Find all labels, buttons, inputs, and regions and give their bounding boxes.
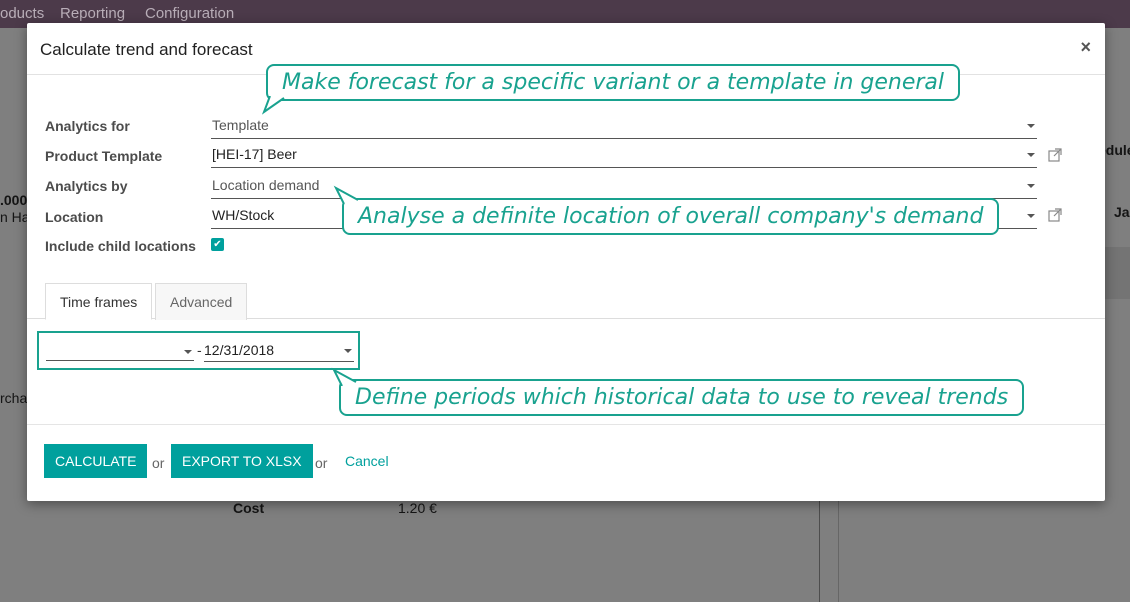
location-label: Location [45,209,104,225]
analytics-by-value: Location demand [212,177,320,193]
callout-periods: Define periods which historical data to … [339,379,1025,416]
date-from-input[interactable] [46,343,194,361]
external-link-icon[interactable] [1048,208,1062,222]
tab-time-frames[interactable]: Time frames [45,283,153,320]
export-xlsx-button[interactable]: EXPORT TO XLSX [171,444,313,478]
chevron-down-icon [184,350,192,354]
date-to-input[interactable]: 12/31/2018 [204,342,354,362]
location-value: WH/Stock [212,207,275,223]
product-template-value: [HEI-17] Beer [212,146,297,162]
calculate-button[interactable]: CALCULATE [44,444,148,478]
tab-advanced[interactable]: Advanced [155,283,248,320]
chevron-down-icon [1027,184,1035,188]
dialog-footer: CALCULATE or EXPORT TO XLSX or Cancel [27,424,1105,501]
or-separator: or [315,455,328,471]
close-icon[interactable]: × [1080,37,1091,58]
analytics-for-value: Template [212,117,269,133]
callout-tail [262,96,285,115]
analytics-by-label: Analytics by [45,178,128,194]
include-child-checkbox[interactable]: ✔ [211,238,224,251]
analytics-for-select[interactable]: Template [211,115,1037,139]
callout-location-demand: Analyse a definite location of overall c… [342,198,1000,235]
chevron-down-icon [1027,214,1035,218]
callout-tail [331,367,357,386]
chevron-down-icon [344,349,352,353]
product-template-select[interactable]: [HEI-17] Beer [211,144,1037,168]
chevron-down-icon [1027,124,1035,128]
product-template-label: Product Template [45,148,163,164]
chevron-down-icon [1027,153,1035,157]
time-frame-range: - 12/31/2018 [37,331,360,370]
cancel-button[interactable]: Cancel [345,453,389,469]
include-child-label: Include child locations [45,238,196,254]
analytics-for-label: Analytics for [45,118,130,134]
or-separator: or [152,455,165,471]
date-to-value: 12/31/2018 [204,342,275,358]
date-separator: - [197,342,202,358]
callout-variant-template: Make forecast for a specific variant or … [266,64,961,101]
callout-tail [333,185,359,204]
dialog-title: Calculate trend and forecast [40,40,253,59]
tab-bar: Time frames Advanced [27,283,1105,320]
external-link-icon[interactable] [1048,148,1062,162]
